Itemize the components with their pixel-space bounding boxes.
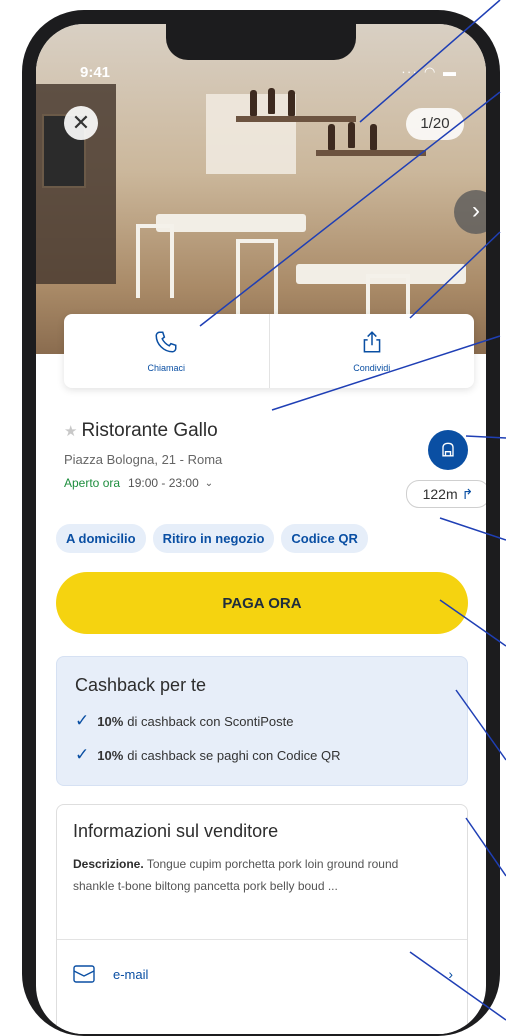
- photo-shelf: [316, 150, 426, 156]
- screen: 9:41 ∙∙∙ ◠ ▬ ✕ 1/20 › Chiamaci Condividi…: [36, 24, 486, 1034]
- photo-bottle: [268, 88, 275, 114]
- status-time: 9:41: [80, 64, 111, 81]
- directions-pin-button[interactable]: [428, 430, 468, 470]
- cashback-text: di cashback con ScontiPoste: [127, 713, 294, 729]
- mail-icon: [73, 965, 95, 983]
- close-button[interactable]: ✕: [64, 106, 98, 140]
- cashback-percent: 10%: [97, 747, 124, 763]
- chevron-right-icon: ›: [448, 966, 453, 982]
- email-row[interactable]: e-mail ›: [73, 965, 453, 983]
- share-icon: [363, 331, 381, 353]
- photo-bottle: [328, 124, 335, 150]
- cashback-item: ✓ 10% di cashback con ScontiPoste: [75, 711, 294, 731]
- open-status: Aperto ora: [64, 476, 121, 490]
- venue-address: Piazza Bologna, 21 - Roma: [64, 452, 223, 467]
- chip-home-delivery[interactable]: A domicilio: [56, 524, 146, 553]
- check-icon: ✓: [75, 745, 90, 764]
- chip-store-pickup[interactable]: Ritiro in negozio: [152, 524, 275, 553]
- cashback-card: Cashback per te ✓ 10% di cashback con Sc…: [56, 656, 468, 786]
- photo-shelf: [236, 116, 356, 122]
- check-icon: ✓: [75, 711, 90, 730]
- photo-bottle: [250, 90, 257, 116]
- store-icon: [442, 442, 454, 457]
- phone-icon: [155, 331, 177, 353]
- opening-hours[interactable]: Aperto ora 19:00 - 23:00 ⌄: [64, 476, 213, 490]
- cashback-percent: 10%: [97, 713, 124, 729]
- chip-qr-code[interactable]: Codice QR: [281, 524, 368, 553]
- action-card: Chiamaci Condividi: [64, 314, 474, 388]
- status-icons: ∙∙∙ ◠ ▬: [401, 64, 458, 79]
- cashback-item: ✓ 10% di cashback se paghi con Codice QR: [75, 745, 340, 765]
- share-button[interactable]: Condividi: [268, 314, 475, 388]
- photo-table: [156, 214, 306, 232]
- email-label: e-mail: [113, 966, 149, 982]
- description-label: Descrizione.: [73, 857, 144, 871]
- photo-bottle: [288, 90, 295, 116]
- hours-text: 19:00 - 23:00: [128, 476, 199, 490]
- photo-chair: [236, 239, 278, 323]
- phone-frame: 9:41 ∙∙∙ ◠ ▬ ✕ 1/20 › Chiamaci Condividi…: [22, 10, 500, 1036]
- share-label: Condividi: [353, 363, 391, 373]
- venue-name-row: ★ Ristorante Gallo: [64, 420, 218, 442]
- photo-chair: [136, 224, 174, 298]
- pay-now-button[interactable]: PAGA ORA: [56, 572, 468, 634]
- notch: [166, 24, 356, 60]
- seller-title: Informazioni sul venditore: [73, 821, 279, 841]
- photo-bottle: [348, 122, 355, 148]
- seller-info-card: Informazioni sul venditore Descrizione. …: [56, 804, 468, 1034]
- divider: [57, 939, 467, 940]
- cashback-title: Cashback per te: [75, 675, 207, 695]
- distance-value: 122m: [422, 486, 458, 502]
- call-button[interactable]: Chiamaci: [64, 314, 269, 388]
- directions-arrow-icon: ↱: [461, 485, 474, 502]
- distance-badge[interactable]: 122m ↱: [406, 480, 486, 508]
- favorite-star-icon[interactable]: ★: [64, 422, 77, 440]
- chevron-down-icon: ⌄: [204, 477, 214, 489]
- service-chips: A domicilio Ritiro in negozio Codice QR: [56, 524, 368, 553]
- venue-name: Ristorante Gallo: [81, 420, 218, 441]
- call-label: Chiamaci: [147, 363, 185, 373]
- photo-counter: 1/20: [406, 108, 464, 140]
- seller-description: Descrizione. Tongue cupim porchetta pork…: [73, 853, 443, 897]
- photo-bottle: [370, 124, 377, 150]
- cashback-text: di cashback se paghi con Codice QR: [127, 747, 341, 763]
